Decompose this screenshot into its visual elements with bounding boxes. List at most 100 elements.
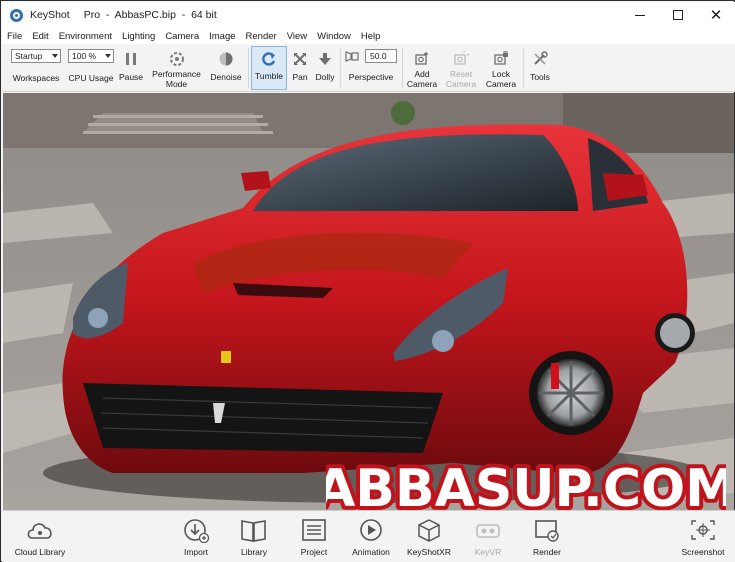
performance-mode-button[interactable]: Performance Mode: [149, 44, 204, 92]
keyshot-window: KeyShot Pro - AbbasPC.bip - 64 bit ✕ Fil…: [0, 0, 735, 562]
cloud-library-button[interactable]: Cloud Library: [10, 515, 70, 557]
screenshot-button[interactable]: Screenshot: [674, 515, 732, 557]
keyvr-label: KeyVR: [474, 547, 502, 557]
dolly-button[interactable]: Dolly: [312, 44, 338, 92]
menu-help[interactable]: Help: [361, 31, 381, 42]
cpu-usage-label: CPU Usage: [68, 73, 114, 83]
cloud-library-label: Cloud Library: [14, 547, 66, 557]
cpu-usage-tool: 100 % CPU Usage: [66, 44, 116, 92]
reset-camera-icon: [453, 49, 469, 69]
maximize-button[interactable]: [659, 2, 697, 28]
pan-button[interactable]: Pan: [289, 44, 311, 92]
import-button[interactable]: Import: [176, 515, 216, 557]
play-icon: [356, 515, 386, 545]
pause-icon: [125, 49, 137, 69]
lock-camera-icon: [493, 49, 509, 69]
pan-label: Pan: [292, 72, 308, 82]
menu-bar: File Edit Environment Lighting Camera Im…: [2, 28, 735, 44]
toolbar-divider: [402, 48, 403, 88]
workspaces-label: Workspaces: [12, 73, 60, 83]
keyvr-button[interactable]: KeyVR: [468, 515, 508, 557]
book-icon: [239, 515, 269, 545]
tumble-label: Tumble: [254, 71, 284, 81]
perspective-tool: 50.0 Perspective: [343, 44, 399, 92]
project-label: Project: [300, 547, 328, 557]
tumble-button[interactable]: Tumble: [251, 46, 287, 90]
library-button[interactable]: Library: [234, 515, 274, 557]
performance-mode-label-line1: Performance: [152, 69, 201, 79]
screenshot-label: Screenshot: [681, 547, 725, 557]
toolbar-divider: [340, 48, 341, 88]
denoise-icon: [218, 49, 234, 69]
reset-camera-label-line2: Camera: [445, 79, 477, 89]
pause-button[interactable]: Pause: [117, 44, 145, 92]
animation-button[interactable]: Animation: [348, 515, 394, 557]
library-label: Library: [241, 547, 267, 557]
tools-label: Tools: [530, 72, 550, 82]
workspaces-value: Startup: [15, 51, 43, 61]
render-button[interactable]: Render: [527, 515, 567, 557]
tumble-icon: [261, 49, 277, 69]
perspective-field[interactable]: 50.0: [365, 49, 397, 63]
window-title-detail: Pro - AbbasPC.bip - 64 bit: [83, 9, 217, 21]
project-button[interactable]: Project: [294, 515, 334, 557]
dolly-icon: [319, 49, 331, 69]
minimize-button[interactable]: [621, 2, 659, 28]
menu-environment[interactable]: Environment: [59, 31, 112, 42]
menu-window[interactable]: Window: [317, 31, 351, 42]
performance-mode-label-line2: Mode: [165, 79, 188, 89]
render-icon: [532, 515, 562, 545]
close-button[interactable]: ✕: [697, 2, 735, 28]
keyshotxr-label: KeyShotXR: [407, 547, 451, 557]
add-camera-button[interactable]: Add Camera: [404, 44, 440, 92]
toolbar-divider: [248, 48, 249, 88]
add-camera-label-line1: Add: [414, 69, 430, 79]
cpu-usage-select[interactable]: 100 %: [68, 49, 114, 63]
keyshotxr-button[interactable]: KeyShotXR: [404, 515, 454, 557]
perspective-label: Perspective: [348, 72, 394, 82]
cloud-icon: [25, 515, 55, 545]
denoise-label: Denoise: [210, 72, 242, 82]
app-name: KeyShot: [30, 9, 70, 21]
screenshot-icon: [688, 515, 718, 545]
menu-camera[interactable]: Camera: [165, 31, 199, 42]
vr-headset-icon: [473, 515, 503, 545]
reset-camera-button[interactable]: Reset Camera: [443, 44, 479, 92]
close-icon: ✕: [709, 6, 723, 24]
lock-camera-button[interactable]: Lock Camera: [482, 44, 520, 92]
pan-icon: [293, 49, 307, 69]
title-bar: KeyShot Pro - AbbasPC.bip - 64 bit ✕: [2, 2, 735, 28]
chevron-down-icon: [52, 54, 58, 58]
car-render-image: [3, 93, 734, 510]
menu-render[interactable]: Render: [246, 31, 277, 42]
tools-icon: [532, 49, 548, 69]
toolbar-divider: [523, 48, 524, 88]
bottom-toolbar: Cloud Library Import Library Project Ani: [2, 510, 735, 562]
keyshot-logo-icon: [10, 8, 23, 22]
maximize-icon: [673, 10, 683, 20]
workspaces-tool: Startup Workspaces: [8, 44, 64, 92]
cube-icon: [414, 515, 444, 545]
menu-edit[interactable]: Edit: [32, 31, 48, 42]
pause-label: Pause: [118, 72, 144, 82]
denoise-button[interactable]: Denoise: [207, 44, 245, 92]
project-icon: [299, 515, 329, 545]
minimize-icon: [635, 14, 645, 16]
lock-camera-label-line2: Camera: [485, 79, 517, 89]
menu-file[interactable]: File: [7, 31, 22, 42]
menu-lighting[interactable]: Lighting: [122, 31, 155, 42]
add-camera-icon: [414, 49, 430, 69]
render-viewport[interactable]: [3, 93, 734, 510]
workspaces-select[interactable]: Startup: [11, 49, 61, 63]
animation-label: Animation: [352, 547, 390, 557]
import-icon: [181, 515, 211, 545]
tools-button[interactable]: Tools: [526, 44, 554, 92]
perspective-icon: [345, 50, 359, 62]
ribbon-toolbar: Startup Workspaces 100 % CPU Usage Pause…: [2, 44, 735, 92]
import-label: Import: [183, 547, 209, 557]
dolly-label: Dolly: [315, 72, 335, 82]
menu-image[interactable]: Image: [209, 31, 235, 42]
menu-view[interactable]: View: [287, 31, 307, 42]
chevron-down-icon: [105, 54, 111, 58]
add-camera-label-line2: Camera: [406, 79, 438, 89]
